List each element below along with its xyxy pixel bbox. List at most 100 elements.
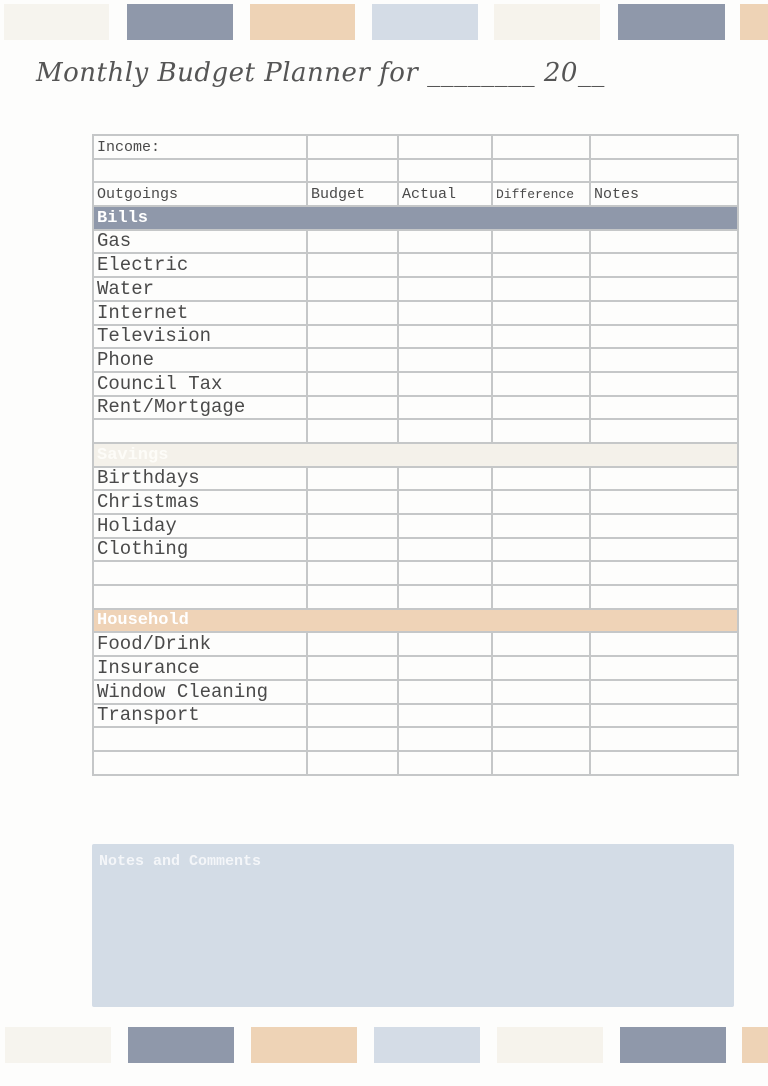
cell[interactable] [306,134,399,160]
cell[interactable] [397,584,493,610]
row-label[interactable] [92,726,308,752]
cell[interactable] [491,394,591,421]
cell[interactable] [306,323,399,350]
row-label[interactable]: Clothing [92,536,308,563]
cell[interactable] [491,560,591,587]
cell[interactable] [306,299,399,326]
cell[interactable] [397,465,493,492]
cell[interactable] [491,631,591,658]
cell[interactable] [306,465,399,492]
row-label[interactable] [92,560,308,587]
cell[interactable] [306,749,399,776]
cell[interactable] [589,323,739,350]
cell[interactable] [589,726,739,752]
cell[interactable] [589,418,739,444]
cell[interactable] [306,560,399,587]
cell[interactable] [306,418,399,444]
cell[interactable] [491,726,591,752]
cell[interactable] [491,323,591,350]
cell[interactable] [306,631,399,658]
cell[interactable] [397,560,493,587]
cell[interactable] [491,299,591,326]
cell[interactable] [306,702,399,729]
cell[interactable] [589,299,739,326]
row-label[interactable]: Birthdays [92,465,308,492]
cell[interactable] [491,370,591,397]
row-label[interactable]: Television [92,323,308,350]
cell[interactable] [491,749,591,776]
cell[interactable] [589,584,739,610]
cell[interactable] [397,157,493,184]
cell[interactable] [397,299,493,326]
cell[interactable] [397,631,493,658]
cell[interactable] [589,678,739,705]
row-label[interactable]: Window Cleaning [92,678,308,705]
row-label[interactable]: Rent/Mortgage [92,394,308,421]
cell[interactable] [491,347,591,373]
row-label[interactable]: Christmas [92,489,308,515]
cell[interactable] [306,726,399,752]
cell[interactable] [491,536,591,563]
row-label[interactable] [92,418,308,444]
cell[interactable] [397,513,493,539]
row-label[interactable] [92,584,308,610]
cell[interactable] [589,157,739,184]
cell[interactable] [589,749,739,776]
cell[interactable] [306,157,399,184]
row-label[interactable]: Food/Drink [92,631,308,658]
cell[interactable] [397,418,493,444]
cell[interactable] [491,678,591,705]
row-label[interactable]: Water [92,276,308,302]
cell[interactable] [589,655,739,681]
cell[interactable] [306,536,399,563]
cell[interactable] [397,228,493,255]
cell[interactable] [306,489,399,515]
cell[interactable] [589,513,739,539]
cell[interactable] [589,560,739,587]
cell[interactable] [306,584,399,610]
cell[interactable] [491,465,591,492]
cell[interactable] [306,347,399,373]
cell[interactable] [397,536,493,563]
cell[interactable] [491,228,591,255]
cell[interactable] [491,134,591,160]
row-label[interactable]: Gas [92,228,308,255]
cell[interactable] [491,513,591,539]
row-label[interactable] [92,749,308,776]
cell[interactable] [306,370,399,397]
cell[interactable] [397,323,493,350]
cell[interactable] [397,394,493,421]
cell[interactable] [589,134,739,160]
cell[interactable] [589,394,739,421]
cell[interactable] [491,276,591,302]
cell[interactable] [589,489,739,515]
cell[interactable] [306,655,399,681]
cell[interactable] [589,702,739,729]
cell[interactable] [589,276,739,302]
cell[interactable] [397,347,493,373]
cell[interactable] [92,157,308,184]
cell[interactable] [491,655,591,681]
cell[interactable] [306,678,399,705]
cell[interactable] [491,418,591,444]
row-label[interactable]: Transport [92,702,308,729]
cell[interactable] [397,749,493,776]
cell[interactable] [397,276,493,302]
cell[interactable] [306,276,399,302]
cell[interactable] [589,347,739,373]
cell[interactable] [491,702,591,729]
cell[interactable] [397,655,493,681]
cell[interactable] [491,252,591,279]
row-label[interactable]: Holiday [92,513,308,539]
cell[interactable] [491,489,591,515]
cell[interactable] [589,631,739,658]
cell[interactable] [306,252,399,279]
notes-and-comments-box[interactable]: Notes and Comments [92,844,734,1007]
cell[interactable] [589,536,739,563]
cell[interactable] [397,702,493,729]
cell[interactable] [589,465,739,492]
row-label[interactable]: Electric [92,252,308,279]
cell[interactable] [397,370,493,397]
row-label[interactable]: Council Tax [92,370,308,397]
row-label[interactable]: Insurance [92,655,308,681]
